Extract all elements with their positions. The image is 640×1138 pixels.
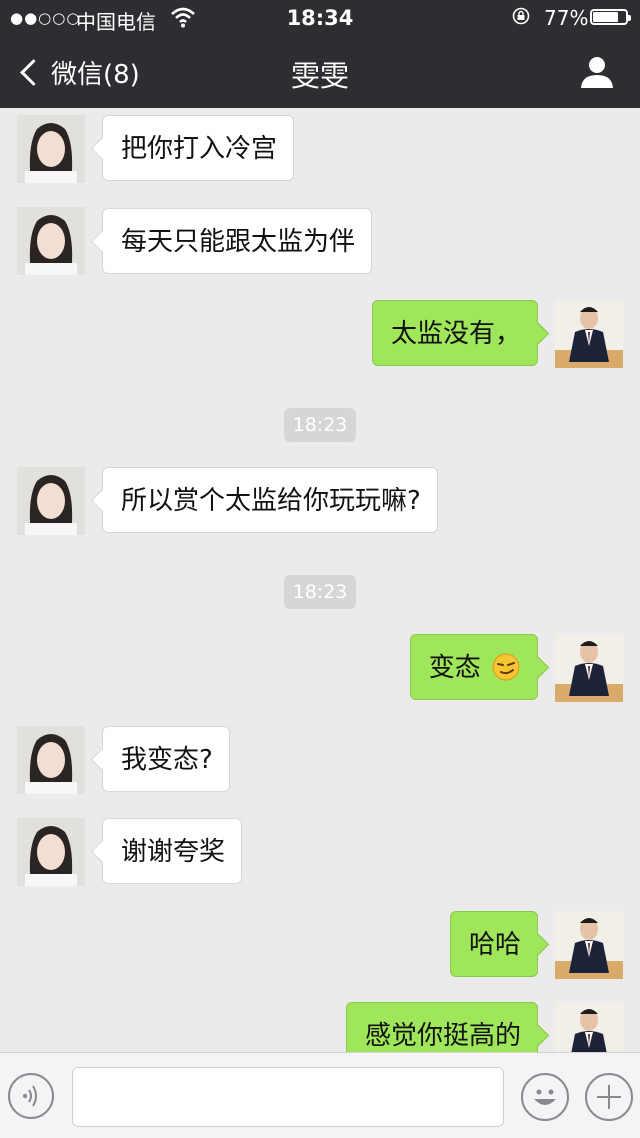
- girl-avatar-photo: [17, 818, 85, 886]
- contact-avatar[interactable]: [17, 726, 85, 794]
- message-timestamp: 18:23: [284, 408, 356, 442]
- contact-avatar[interactable]: [17, 207, 85, 275]
- contact-avatar[interactable]: [17, 818, 85, 886]
- smirk-emoji-icon: [492, 653, 520, 681]
- message-bubble[interactable]: 把你打入冷宫: [102, 115, 295, 181]
- man-avatar-photo: [555, 634, 623, 702]
- man-avatar-photo: [555, 911, 623, 979]
- message-bubble[interactable]: 太监没有，: [371, 300, 538, 366]
- message-bubble[interactable]: 每天只能跟太监为伴: [102, 208, 373, 274]
- message-input[interactable]: [72, 1067, 504, 1127]
- emoji-button[interactable]: [521, 1073, 569, 1121]
- message-timestamp: 18:23: [284, 575, 356, 609]
- message-bubble[interactable]: 变态: [409, 634, 538, 700]
- battery-icon: [590, 9, 631, 25]
- battery-fill: [593, 12, 618, 22]
- message-bubble[interactable]: 感觉你挺高的: [345, 1002, 538, 1052]
- voice-input-button[interactable]: [8, 1073, 54, 1119]
- girl-avatar-photo: [17, 726, 85, 794]
- chat-title: 雯雯: [290, 59, 349, 93]
- man-avatar-photo: [555, 1002, 623, 1052]
- input-bar: [0, 1052, 640, 1138]
- navigation-bar: 微信(8) 雯雯: [0, 36, 640, 108]
- rotation-lock-icon: [512, 7, 530, 25]
- more-options-button[interactable]: [585, 1073, 633, 1121]
- battery-percent: 77%: [544, 6, 589, 30]
- my-avatar[interactable]: [555, 300, 623, 368]
- contact-avatar[interactable]: [17, 467, 85, 535]
- message-bubble[interactable]: 谢谢夸奖: [102, 818, 243, 884]
- my-avatar[interactable]: [555, 911, 623, 979]
- status-bar: ●●○○○ 中国电信 18:34 77%: [0, 0, 640, 36]
- my-avatar[interactable]: [555, 1002, 623, 1052]
- chat-area[interactable]: 把你打入冷宫 每天只能跟太监为伴 太监没有， 18:23 所以赏个太监给你玩玩嘛…: [0, 108, 640, 1052]
- girl-avatar-photo: [17, 207, 85, 275]
- emoji-icon: [534, 1089, 556, 1105]
- message-bubble[interactable]: 所以赏个太监给你玩玩嘛?: [102, 467, 438, 533]
- contact-avatar[interactable]: [17, 115, 85, 183]
- man-avatar-photo: [555, 300, 623, 368]
- my-avatar[interactable]: [555, 634, 623, 702]
- message-text: 变态: [428, 653, 481, 683]
- girl-avatar-photo: [17, 467, 85, 535]
- voice-icon: [22, 1085, 37, 1107]
- message-bubble[interactable]: 哈哈: [449, 911, 538, 977]
- contact-profile-icon[interactable]: [578, 54, 616, 90]
- message-bubble[interactable]: 我变态?: [102, 726, 230, 792]
- girl-avatar-photo: [17, 115, 85, 183]
